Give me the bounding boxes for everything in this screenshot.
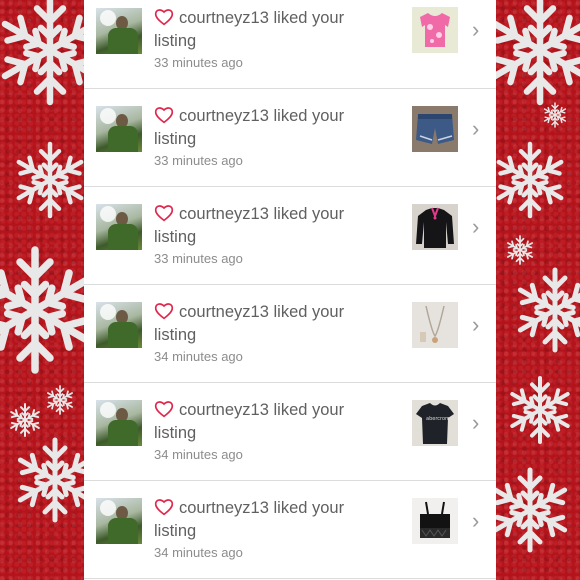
timestamp: 34 minutes ago (154, 545, 243, 560)
notification-row[interactable]: courtneyz13 liked your listing 33 minute… (84, 89, 496, 187)
notification-text: courtneyz13 liked your listing 33 minute… (154, 7, 384, 70)
username[interactable]: courtneyz13 (179, 303, 269, 321)
message-continued: listing (154, 424, 197, 442)
message: liked your (273, 205, 345, 223)
notification-text: courtneyz13 liked your listing 34 minute… (154, 497, 384, 560)
heart-outline-icon (154, 401, 174, 418)
notification-row[interactable]: courtneyz13 liked your listing 34 minute… (84, 285, 496, 383)
timestamp: 33 minutes ago (154, 55, 243, 70)
chevron-right-icon[interactable]: › (472, 118, 479, 140)
message: liked your (273, 107, 345, 125)
username[interactable]: courtneyz13 (179, 107, 269, 125)
avatar[interactable] (96, 302, 142, 348)
username[interactable]: courtneyz13 (179, 205, 269, 223)
listing-thumbnail[interactable] (412, 204, 458, 250)
chevron-right-icon[interactable]: › (472, 216, 479, 238)
snowflake-icon (15, 440, 94, 520)
notification-row[interactable]: courtneyz13 liked your listing 34 minute… (84, 481, 496, 579)
notification-list: courtneyz13 liked your listing 33 minute… (84, 0, 496, 580)
snowflake-icon (0, 250, 94, 370)
message-continued: listing (154, 228, 197, 246)
listing-thumbnail[interactable] (412, 7, 458, 53)
notification-row[interactable]: courtneyz13 liked your listing 34 minute… (84, 383, 496, 481)
snowflake-icon (14, 144, 85, 216)
avatar[interactable] (96, 498, 142, 544)
message-continued: listing (154, 326, 197, 344)
username[interactable]: courtneyz13 (179, 401, 269, 419)
message: liked your (273, 499, 345, 517)
message-continued: listing (154, 522, 197, 540)
message-continued: listing (154, 130, 197, 148)
listing-thumbnail[interactable] (412, 302, 458, 348)
username[interactable]: courtneyz13 (179, 499, 269, 517)
timestamp: 33 minutes ago (154, 153, 243, 168)
message: liked your (273, 303, 345, 321)
snowflake-icon (494, 144, 565, 216)
snowflake-icon (508, 378, 571, 442)
heart-outline-icon (154, 107, 174, 124)
timestamp: 34 minutes ago (154, 447, 243, 462)
listing-thumbnail[interactable] (412, 106, 458, 152)
message: liked your (273, 9, 345, 27)
snowflake-icon (490, 470, 569, 550)
snowflake-icon (543, 103, 567, 127)
snowflake-icon (46, 386, 74, 414)
notification-text: courtneyz13 liked your listing 34 minute… (154, 399, 384, 462)
chevron-right-icon[interactable]: › (472, 314, 479, 336)
heart-outline-icon (154, 499, 174, 516)
timestamp: 34 minutes ago (154, 349, 243, 364)
notification-text: courtneyz13 liked your listing 34 minute… (154, 301, 384, 364)
avatar[interactable] (96, 8, 142, 54)
snowflake-icon (515, 270, 580, 350)
notification-row[interactable]: courtneyz13 liked your listing 33 minute… (84, 187, 496, 285)
svg-text:abercrom: abercrom (426, 416, 450, 422)
avatar[interactable] (96, 204, 142, 250)
avatar[interactable] (96, 106, 142, 152)
chevron-right-icon[interactable]: › (472, 412, 479, 434)
snowflake-icon (9, 404, 41, 436)
heart-outline-icon (154, 9, 174, 26)
listing-thumbnail[interactable]: abercrom (412, 400, 458, 446)
username[interactable]: courtneyz13 (179, 9, 269, 27)
notification-row[interactable]: courtneyz13 liked your listing 33 minute… (84, 0, 496, 89)
notification-text: courtneyz13 liked your listing 33 minute… (154, 105, 384, 168)
snowflake-icon (506, 236, 534, 264)
message: liked your (273, 401, 345, 419)
notification-text: courtneyz13 liked your listing 33 minute… (154, 203, 384, 266)
message-continued: listing (154, 32, 197, 50)
chevron-right-icon[interactable]: › (472, 510, 479, 532)
listing-thumbnail[interactable] (412, 498, 458, 544)
chevron-right-icon[interactable]: › (472, 19, 479, 41)
heart-outline-icon (154, 205, 174, 222)
timestamp: 33 minutes ago (154, 251, 243, 266)
snowflake-icon (488, 0, 580, 102)
avatar[interactable] (96, 400, 142, 446)
heart-outline-icon (154, 303, 174, 320)
